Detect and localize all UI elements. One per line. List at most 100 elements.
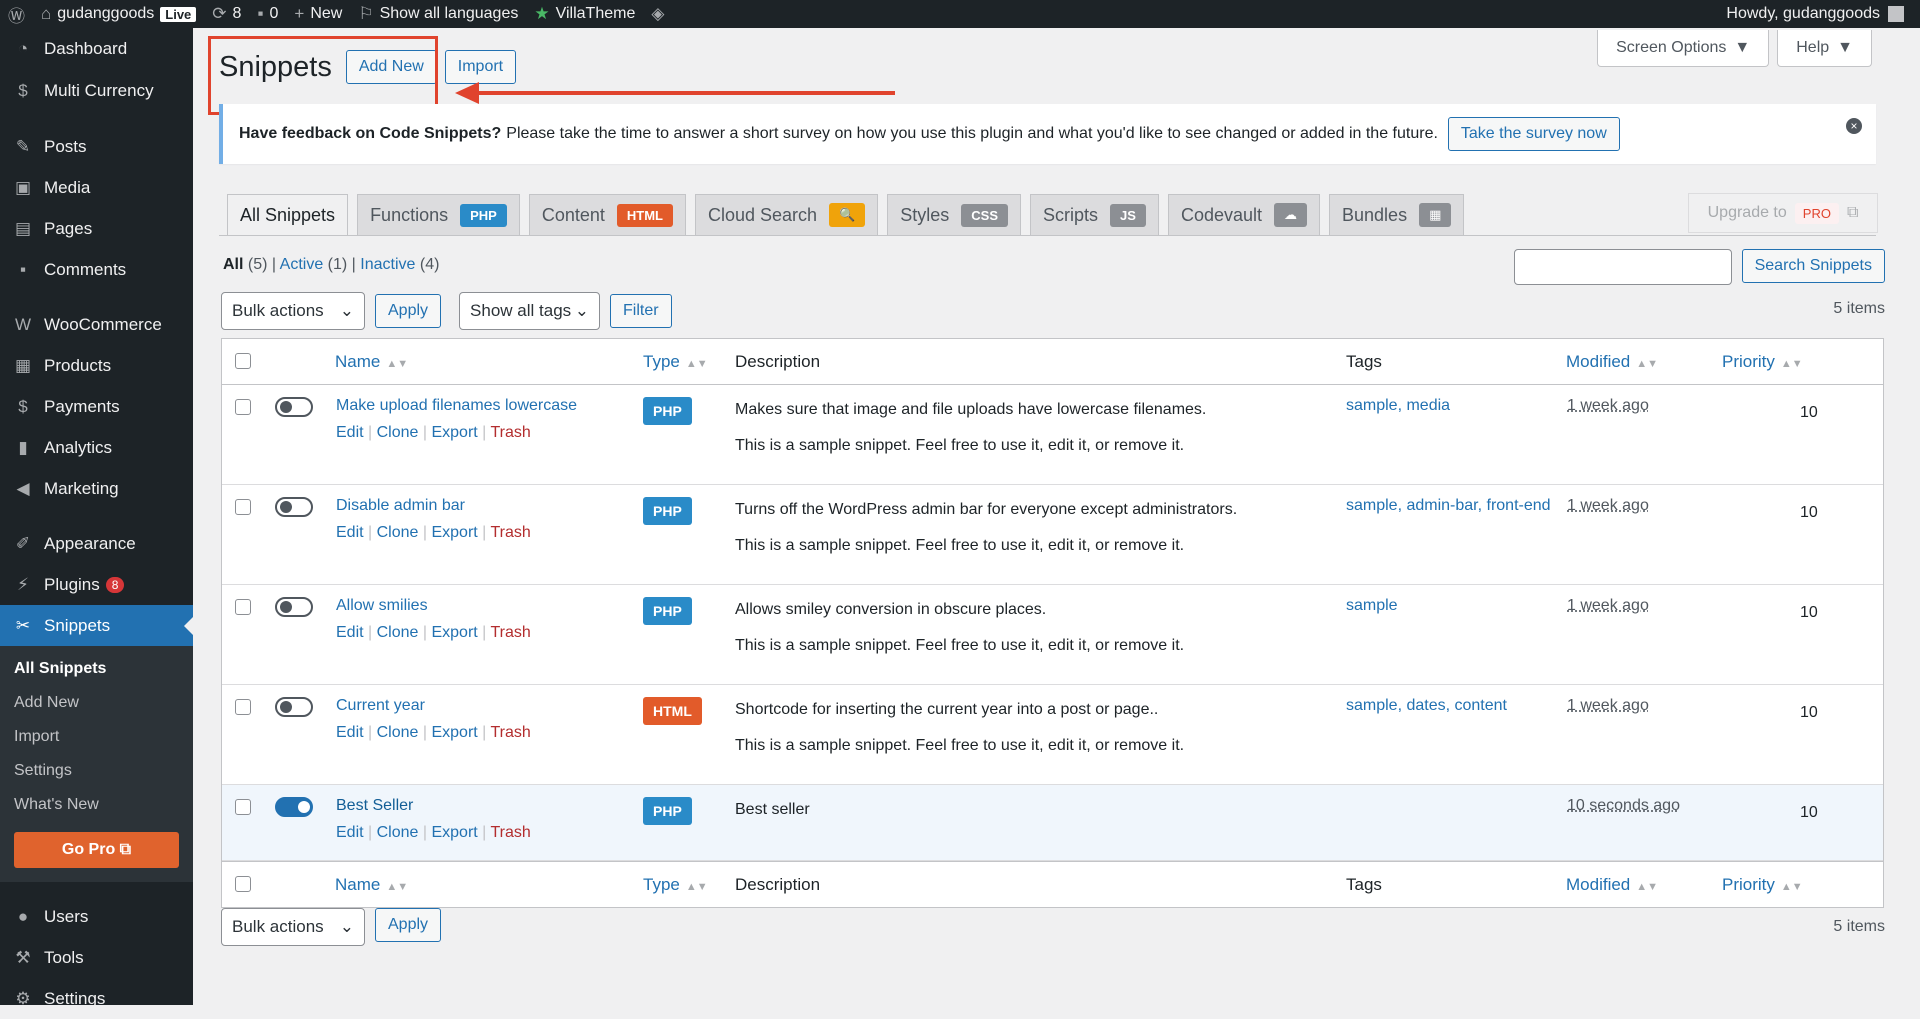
comments-link[interactable]: ▪ 0 xyxy=(249,0,286,28)
view-all[interactable]: All xyxy=(223,256,243,273)
tags-links[interactable]: sample, admin-bar, front-end xyxy=(1346,497,1551,515)
sidebar-item-analytics[interactable]: ▮ Analytics xyxy=(0,427,193,468)
sidebar-item-plugins[interactable]: ⚡ Plugins 8 xyxy=(0,564,193,605)
sidebar-item-snippets[interactable]: ✂ Snippets xyxy=(0,605,193,646)
tab-cloud-search[interactable]: Cloud Search 🔍 xyxy=(695,194,879,236)
filter-button[interactable]: Filter xyxy=(610,294,672,328)
edit-link[interactable]: Edit xyxy=(336,624,364,641)
column-name[interactable]: Name ▲▼ xyxy=(335,352,408,372)
bulk-actions-select[interactable]: Bulk actions ⌄ xyxy=(221,292,365,330)
edit-link[interactable]: Edit xyxy=(336,524,364,541)
snippet-name-link[interactable]: Disable admin bar xyxy=(336,497,465,515)
snippet-name-link[interactable]: Best Seller xyxy=(336,797,413,815)
snippet-active-toggle[interactable] xyxy=(275,497,313,517)
column-priority[interactable]: Priority ▲▼ xyxy=(1722,875,1803,895)
export-link[interactable]: Export xyxy=(431,824,477,841)
column-priority[interactable]: Priority ▲▼ xyxy=(1722,352,1803,372)
row-checkbox[interactable] xyxy=(235,699,251,715)
snippet-active-toggle[interactable] xyxy=(275,397,313,417)
trash-link[interactable]: Trash xyxy=(491,424,531,441)
trash-link[interactable]: Trash xyxy=(491,824,531,841)
villatheme-link[interactable]: ★ VillaTheme xyxy=(526,0,643,28)
submenu-item-import[interactable]: Import xyxy=(0,720,193,754)
sidebar-item-appearance[interactable]: ✐ Appearance xyxy=(0,523,193,564)
column-modified[interactable]: Modified ▲▼ xyxy=(1566,875,1658,895)
upgrade-to-pro-link[interactable]: Upgrade to PRO ⧉ xyxy=(1688,193,1878,233)
edit-link[interactable]: Edit xyxy=(336,424,364,441)
sidebar-item-multi-currency[interactable]: $ Multi Currency xyxy=(0,70,193,112)
sidebar-item-products[interactable]: ▦ Products xyxy=(0,345,193,386)
clone-link[interactable]: Clone xyxy=(377,524,419,541)
tab-all-snippets[interactable]: All Snippets xyxy=(227,194,349,236)
sidebar-item-pages[interactable]: ▤ Pages xyxy=(0,208,193,249)
wordpress-logo-icon[interactable]: Ⓦ xyxy=(0,0,33,28)
snippet-name-link[interactable]: Allow smilies xyxy=(336,597,428,615)
column-modified[interactable]: Modified ▲▼ xyxy=(1566,352,1658,372)
edit-link[interactable]: Edit xyxy=(336,724,364,741)
screen-options-button[interactable]: Screen Options ▼ xyxy=(1597,30,1770,67)
updates-link[interactable]: ⟳ 8 xyxy=(204,0,249,28)
submenu-item-add-new[interactable]: Add New xyxy=(0,686,193,720)
tags-filter-select[interactable]: Show all tags ⌄ xyxy=(459,292,601,330)
row-checkbox[interactable] xyxy=(235,799,251,815)
export-link[interactable]: Export xyxy=(431,524,477,541)
snippet-name-link[interactable]: Current year xyxy=(336,697,425,715)
sidebar-item-comments[interactable]: ▪ Comments xyxy=(0,249,193,290)
sidebar-item-marketing[interactable]: ◀ Marketing xyxy=(0,468,193,509)
snippet-active-toggle[interactable] xyxy=(275,697,313,717)
sidebar-item-media[interactable]: ▣ Media xyxy=(0,167,193,208)
snippet-name-link[interactable]: Make upload filenames lowercase xyxy=(336,397,577,415)
clone-link[interactable]: Clone xyxy=(377,424,419,441)
apply-button-bottom[interactable]: Apply xyxy=(375,908,442,942)
snippet-active-toggle[interactable] xyxy=(275,597,313,617)
my-account[interactable]: Howdy, gudanggoods xyxy=(1726,5,1920,23)
sidebar-item-tools[interactable]: ⚒ Tools xyxy=(0,937,193,978)
view-inactive[interactable]: Inactive xyxy=(360,256,415,273)
site-name-link[interactable]: ⌂ gudanggoods Live xyxy=(33,0,204,28)
submenu-item-settings[interactable]: Settings xyxy=(0,754,193,788)
select-all-checkbox[interactable] xyxy=(235,353,251,369)
export-link[interactable]: Export xyxy=(431,724,477,741)
clone-link[interactable]: Clone xyxy=(377,624,419,641)
clone-link[interactable]: Clone xyxy=(377,724,419,741)
new-content-link[interactable]: + New xyxy=(286,0,350,28)
apply-button[interactable]: Apply xyxy=(375,294,442,328)
clone-link[interactable]: Clone xyxy=(377,824,419,841)
tab-content[interactable]: Content HTML xyxy=(528,194,686,236)
tags-links[interactable]: sample xyxy=(1346,597,1398,615)
row-checkbox[interactable] xyxy=(235,599,251,615)
column-type[interactable]: Type ▲▼ xyxy=(643,875,708,895)
sidebar-item-posts[interactable]: ✎ Posts xyxy=(0,126,193,167)
export-link[interactable]: Export xyxy=(431,424,477,441)
tab-scripts[interactable]: Scripts JS xyxy=(1030,194,1159,236)
tab-bundles[interactable]: Bundles ▦ xyxy=(1329,194,1465,236)
sidebar-item-payments[interactable]: $ Payments xyxy=(0,386,193,427)
select-all-checkbox[interactable] xyxy=(235,876,251,892)
sidebar-item-dashboard[interactable]: ◔ Dashboard xyxy=(0,28,193,70)
tab-styles[interactable]: Styles CSS xyxy=(887,194,1022,236)
trash-link[interactable]: Trash xyxy=(491,724,531,741)
tags-links[interactable]: sample, dates, content xyxy=(1346,697,1507,715)
submenu-item-what-s-new[interactable]: What's New xyxy=(0,788,193,822)
tags-links[interactable]: sample, media xyxy=(1346,397,1450,415)
take-survey-button[interactable]: Take the survey now xyxy=(1447,117,1620,151)
bulk-actions-select-bottom[interactable]: Bulk actions ⌄ xyxy=(221,908,365,946)
languages-link[interactable]: ⚐ Show all languages xyxy=(350,0,526,28)
column-name[interactable]: Name ▲▼ xyxy=(335,875,408,895)
tab-functions[interactable]: Functions PHP xyxy=(357,194,520,236)
edit-link[interactable]: Edit xyxy=(336,824,364,841)
submenu-item-all-snippets[interactable]: All Snippets xyxy=(0,652,193,686)
sidebar-item-users[interactable]: ● Users xyxy=(0,896,193,937)
export-link[interactable]: Export xyxy=(431,624,477,641)
add-new-button[interactable]: Add New xyxy=(345,50,437,84)
close-icon[interactable]: × xyxy=(1846,118,1862,134)
trash-link[interactable]: Trash xyxy=(491,624,531,641)
row-checkbox[interactable] xyxy=(235,499,251,515)
diamond-link[interactable]: ◈ xyxy=(643,0,672,28)
view-active[interactable]: Active xyxy=(280,256,324,273)
search-input[interactable] xyxy=(1513,249,1732,285)
search-snippets-button[interactable]: Search Snippets xyxy=(1741,249,1885,283)
tab-codevault[interactable]: Codevault ☁ xyxy=(1167,194,1321,236)
snippet-active-toggle[interactable] xyxy=(275,797,313,817)
help-button[interactable]: Help ▼ xyxy=(1777,30,1872,67)
